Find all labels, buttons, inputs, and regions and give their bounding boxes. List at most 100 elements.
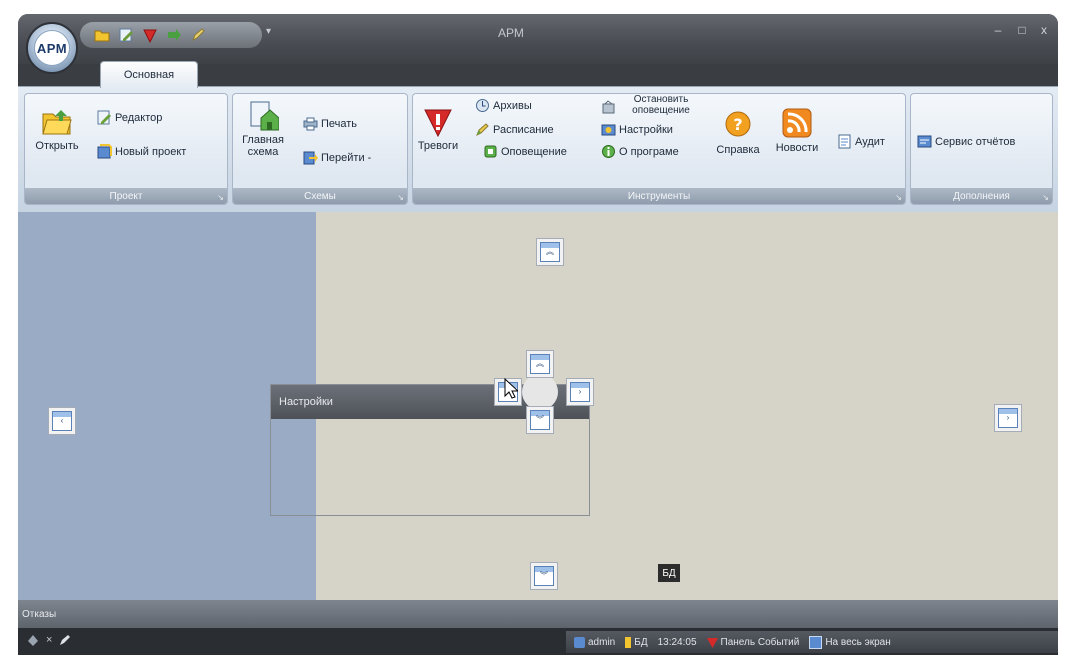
fullscreen-icon: [809, 635, 823, 649]
settings-button[interactable]: Настройки: [601, 122, 673, 137]
editor-icon[interactable]: [118, 27, 134, 43]
dock-cross-background: [522, 374, 558, 410]
help-icon: ?: [725, 111, 751, 137]
notification-label: Оповещение: [501, 145, 567, 158]
archives-label: Архивы: [493, 99, 532, 112]
dock-right-indicator[interactable]: ›: [994, 404, 1022, 432]
dock-center-right-icon: ›: [570, 382, 590, 402]
events-panel-button[interactable]: Панель Событий: [706, 636, 800, 648]
notification-button[interactable]: Оповещение: [483, 144, 567, 159]
dock-bottom-indicator[interactable]: ︾: [530, 562, 558, 590]
group-project-title: Проект: [109, 190, 143, 202]
new-project-label: Новый проект: [115, 145, 187, 158]
group-schemes-label: Схемы ↘: [233, 188, 407, 204]
user-status[interactable]: admin: [574, 636, 615, 648]
group-project-label: Проект ↘: [25, 188, 227, 204]
dock-center-bottom-icon: ︾: [530, 410, 550, 430]
dock-center-bottom[interactable]: ︾: [526, 406, 554, 434]
audit-button[interactable]: Аудит: [837, 134, 885, 149]
new-project-button[interactable]: Новый проект: [97, 144, 186, 159]
dock-top-indicator[interactable]: ︽: [536, 238, 564, 266]
taskbar-left-tools: ×: [26, 633, 72, 647]
dock-center-cross: ︽ ‹ › ︾: [490, 342, 594, 442]
dialog-launcher-icon[interactable]: ↘: [1042, 193, 1049, 202]
editor-button[interactable]: Редактор: [97, 110, 162, 125]
report-service-icon: [917, 135, 932, 148]
minimize-button[interactable]: –: [988, 23, 1008, 37]
dock-bottom-icon: ︾: [534, 566, 554, 586]
close-button[interactable]: x: [1034, 23, 1054, 37]
archives-button[interactable]: Архивы: [475, 98, 532, 113]
group-addons-title: Дополнения: [953, 190, 1010, 202]
open-button[interactable]: Открыть: [27, 106, 87, 152]
close-small-icon[interactable]: ×: [46, 634, 52, 646]
alarm-icon: [424, 109, 452, 138]
report-service-label: Сервис отчётов: [935, 135, 1016, 148]
dialog-launcher-icon[interactable]: ↘: [895, 193, 902, 202]
goto-dropdown[interactable]: Перейти -: [303, 150, 371, 165]
dock-right-icon: ›: [998, 408, 1018, 428]
editor-label: Редактор: [115, 111, 163, 124]
dock-center-top[interactable]: ︽: [526, 350, 554, 378]
open-label: Открыть: [35, 140, 79, 152]
schedule-icon: [476, 123, 489, 137]
maximize-button[interactable]: □: [1012, 23, 1032, 37]
rss-icon: [782, 108, 812, 138]
group-schemes-title: Схемы: [304, 190, 336, 202]
alarms-label: Тревоги: [417, 140, 459, 152]
schedule-button[interactable]: Расписание: [475, 122, 554, 137]
dock-top-icon: ︽: [540, 242, 560, 262]
dialog-launcher-icon[interactable]: ↘: [397, 193, 404, 202]
app-menu-button[interactable]: АРМ: [26, 22, 78, 74]
clock: 13:24:05: [657, 636, 697, 648]
audit-icon: [838, 134, 851, 149]
db-badge: БД: [658, 564, 680, 582]
dialog-launcher-icon[interactable]: ↘: [217, 193, 224, 202]
db-icon: [625, 636, 632, 648]
group-tools-label: Инструменты ↘: [413, 188, 905, 204]
dock-left-icon: ‹: [52, 411, 72, 431]
mouse-cursor-icon: [504, 378, 518, 399]
stop-notification-button[interactable]: Остановить оповещение: [601, 94, 703, 116]
goto-icon: [303, 151, 318, 165]
settings-icon: [601, 124, 616, 136]
editor-icon: [97, 110, 111, 125]
dock-center-right[interactable]: ›: [566, 378, 594, 406]
dock-left-indicator[interactable]: ‹: [48, 407, 76, 435]
print-button[interactable]: Печать: [303, 116, 357, 131]
tab-main[interactable]: Основная: [100, 61, 198, 88]
about-button[interactable]: О програме: [601, 144, 679, 159]
qat-customize-button[interactable]: ▾: [266, 26, 271, 37]
edit-icon[interactable]: [190, 27, 206, 43]
fullscreen-button[interactable]: На весь экран: [809, 635, 891, 649]
status-tray: admin БД 13:24:05 Панель Событий На весь…: [566, 631, 1058, 653]
floating-panel-title: Настройки: [279, 396, 333, 408]
settings-label: Настройки: [619, 123, 673, 136]
news-label: Новости: [775, 142, 819, 154]
app-logo: АРМ: [34, 30, 70, 66]
pencil-icon[interactable]: [58, 633, 72, 647]
app-window: АРМ ▾ АРМ – □ x Основная Открыть Редакто…: [18, 14, 1058, 655]
tab-failures[interactable]: Отказы: [22, 609, 56, 620]
alarm-icon[interactable]: [142, 27, 158, 43]
print-label: Печать: [321, 117, 358, 130]
bottom-tab-strip: Отказы: [18, 600, 1058, 628]
main-scheme-label: Главная схема: [242, 134, 284, 158]
events-panel-label: Панель Событий: [720, 636, 800, 648]
group-tools-title: Инструменты: [627, 190, 691, 202]
notification-icon: [484, 145, 497, 158]
report-service-button[interactable]: Сервис отчётов: [917, 134, 1015, 149]
scheme-home-icon: [250, 101, 279, 131]
connection-icon[interactable]: [26, 633, 40, 647]
alarms-button[interactable]: Тревоги: [415, 106, 461, 152]
help-button[interactable]: ? Справка: [709, 110, 767, 156]
about-label: О програме: [619, 145, 679, 158]
news-button[interactable]: Новости: [769, 108, 825, 154]
stop-notification-icon: [602, 100, 615, 114]
alarm-icon: [706, 637, 718, 648]
open-folder-icon[interactable]: [94, 27, 110, 43]
db-label: БД: [634, 636, 648, 648]
db-status[interactable]: БД: [625, 636, 648, 648]
arrow-icon[interactable]: [166, 27, 182, 43]
main-scheme-button[interactable]: Главная схема: [235, 100, 291, 158]
